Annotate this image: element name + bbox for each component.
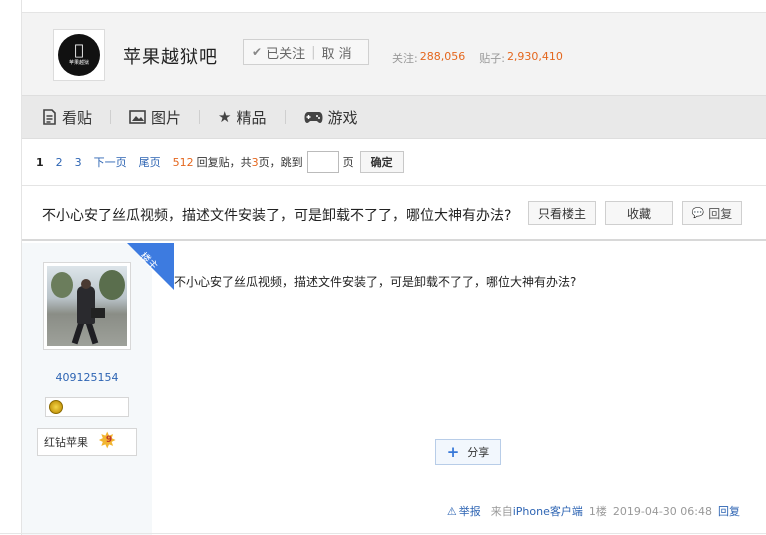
- check-icon: ✔: [252, 45, 263, 59]
- page-link-3[interactable]: 3: [75, 156, 82, 169]
- plus-icon: +: [446, 443, 460, 461]
- followers-count: 288,056: [419, 50, 466, 63]
- thread-title-bar: 不小心安了丝瓜视频，描述文件安装了，可是卸载不了了，哪位大神有办法? 只看楼主 …: [22, 185, 766, 241]
- medal-icon[interactable]: [49, 400, 63, 414]
- post-footer: ⚠ 举报 来自iPhone客户端 1楼 2019-04-30 06:48 回复: [447, 503, 740, 519]
- forum-header:  苹果越狱 苹果越狱吧 ✔ 已关注 | 取 消 关注: 288,056 贴子:…: [22, 12, 766, 95]
- only-op-button[interactable]: 只看楼主: [528, 201, 596, 225]
- thread-title: 不小心安了丝瓜视频，描述文件安装了，可是卸载不了了，哪位大神有办法?: [42, 208, 512, 224]
- avatar[interactable]: [43, 262, 131, 350]
- reply-count-label: 回复贴，共: [196, 156, 252, 169]
- page-link-2[interactable]: 2: [56, 156, 63, 169]
- pagination: 1 2 3 下一页 尾页 512 回复贴，共 3 页，跳到 页 确定: [36, 150, 404, 174]
- author-level[interactable]: 红钻苹果 ✸ 9: [37, 428, 137, 456]
- unfollow-link[interactable]: 取 消: [321, 43, 351, 62]
- page-jump-input[interactable]: [306, 151, 339, 173]
- tab-bar: 看贴 图片 ★ 精品 游戏: [22, 95, 766, 139]
- post-floor-1: 409125154 红钻苹果 ✸ 9 楼主 不小心安了丝瓜视频，描述文件安装了，…: [22, 243, 766, 535]
- reply-button[interactable]: 💬 回复: [682, 201, 742, 225]
- next-page-link[interactable]: 下一页: [94, 154, 127, 170]
- confirm-button[interactable]: 确定: [359, 151, 404, 173]
- report-link[interactable]: ⚠ 举报: [447, 503, 481, 519]
- comment-icon: 💬: [691, 207, 705, 219]
- tab-images[interactable]: 图片: [129, 95, 181, 139]
- page-unit: 页: [342, 156, 354, 169]
- star-icon: ★: [218, 108, 232, 126]
- doc-icon: [43, 109, 56, 125]
- level-badge: ✸ 9: [98, 431, 120, 453]
- last-page-link[interactable]: 尾页: [139, 154, 161, 170]
- tab-featured[interactable]: ★ 精品: [218, 95, 266, 139]
- posts-label: 贴子:: [479, 52, 505, 65]
- tab-games[interactable]: 游戏: [304, 95, 358, 139]
- reply-count: 512: [172, 155, 194, 169]
- divider: |: [311, 44, 316, 60]
- share-button[interactable]: + 分享: [435, 439, 501, 465]
- followers-label: 关注:: [392, 52, 418, 65]
- page-frame:  苹果越狱 苹果越狱吧 ✔ 已关注 | 取 消 关注: 288,056 贴子:…: [21, 0, 766, 535]
- forum-title[interactable]: 苹果越狱吧: [123, 43, 218, 69]
- post-content: 不小心安了丝瓜视频，描述文件安装了，可是卸载不了了，哪位大神有办法?: [174, 275, 577, 289]
- author-username[interactable]: 409125154: [22, 371, 152, 384]
- post-reply-link[interactable]: 回复: [718, 503, 740, 519]
- favorite-button[interactable]: 收藏: [605, 201, 673, 225]
- followed-label: 已关注: [266, 46, 306, 62]
- post-source: 来自iPhone客户端: [490, 505, 583, 518]
- image-icon: [129, 110, 146, 124]
- page-current: 1: [36, 155, 44, 169]
- avatar-image: [47, 266, 127, 346]
- level-number: 9: [105, 435, 113, 445]
- warning-icon: ⚠: [446, 504, 457, 518]
- forum-logo[interactable]:  苹果越狱: [53, 29, 105, 81]
- tab-posts[interactable]: 看贴: [42, 95, 92, 139]
- follow-button[interactable]: ✔ 已关注 | 取 消: [243, 39, 369, 65]
- floor-number: 1楼: [588, 505, 607, 518]
- jump-label: 页，跳到: [258, 156, 303, 169]
- client-link[interactable]: iPhone客户端: [513, 505, 583, 518]
- gamepad-icon: [304, 111, 322, 123]
- posts-count: 2,930,410: [506, 50, 563, 63]
- post-time: 2019-04-30 06:48: [612, 504, 712, 518]
- total-pages: 3: [251, 155, 259, 169]
- forum-stats: 关注: 288,056 贴子: 2,930,410: [392, 50, 577, 66]
- apple-logo-icon:  苹果越狱: [58, 34, 100, 76]
- logo-caption: 苹果越狱: [69, 60, 89, 66]
- medal-row: [45, 397, 129, 417]
- level-name: 红钻苹果: [44, 436, 88, 449]
